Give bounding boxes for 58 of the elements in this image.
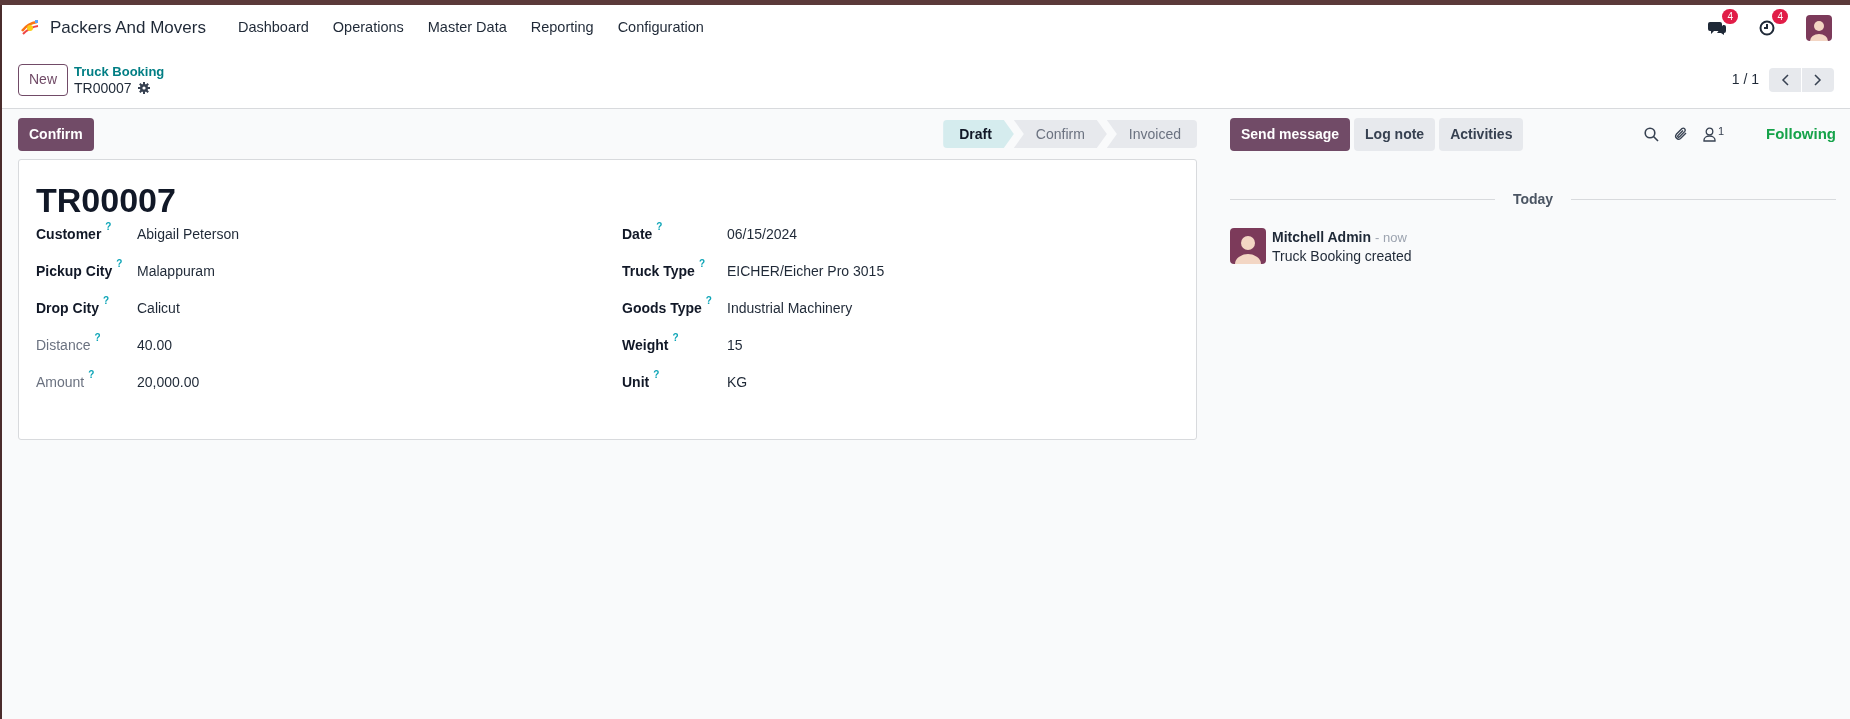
breadcrumb-link[interactable]: Truck Booking [74, 63, 165, 80]
field-label: Amount [36, 373, 85, 392]
chatter-tab[interactable]: Send message [1230, 117, 1351, 151]
field-label: Drop City [36, 299, 99, 318]
status-stage[interactable]: Invoiced [1106, 120, 1197, 148]
notification-badge: 4 [1722, 9, 1738, 24]
message-time: - now [1375, 229, 1407, 247]
field-label: Date [622, 225, 653, 244]
confirm-button[interactable]: Confirm [18, 117, 94, 151]
record-name: TR00007 [74, 79, 132, 96]
app-name[interactable]: Packers And Movers [50, 15, 206, 41]
field-label: Goods Type [622, 299, 702, 318]
user-avatar[interactable] [1806, 15, 1832, 41]
message-author[interactable]: Mitchell Admin [1272, 228, 1372, 247]
field-label: Distance [36, 336, 91, 355]
field-value[interactable]: 06/15/2024 [727, 224, 798, 245]
field-label: Truck Type [622, 262, 695, 281]
field-value[interactable]: KG [727, 372, 748, 393]
author-avatar[interactable] [1230, 228, 1266, 264]
menu-item[interactable]: Reporting [520, 17, 604, 39]
field-label: Weight [622, 336, 669, 355]
menu-item[interactable]: Master Data [417, 17, 517, 39]
field-label: Customer [36, 225, 102, 244]
field-value[interactable]: 15 [727, 335, 743, 356]
chevron-right-icon [1814, 73, 1822, 86]
menu-item[interactable]: Dashboard [227, 17, 319, 39]
date-separator: Today [1512, 190, 1554, 209]
field-value[interactable]: Abigail Peterson [137, 224, 239, 245]
field-label: Unit [622, 373, 650, 392]
settings-icon[interactable] [137, 81, 150, 94]
chatter-tab[interactable]: Log note [1354, 117, 1436, 151]
follower-icon[interactable] [1702, 126, 1716, 142]
status-stage[interactable]: Confirm [1013, 120, 1107, 148]
field-value[interactable]: Calicut [137, 298, 180, 319]
chevron-left-icon [1781, 73, 1789, 86]
chat-icon[interactable] [1708, 20, 1726, 36]
previous-button[interactable] [1769, 67, 1801, 92]
record-title: TR00007 [36, 180, 177, 220]
menu-item[interactable]: Operations [322, 17, 414, 39]
next-button[interactable] [1802, 67, 1834, 92]
follower-count: 1 [1717, 123, 1724, 139]
field-value[interactable]: Industrial Machinery [727, 298, 853, 319]
clock-icon[interactable] [1759, 20, 1775, 36]
field-label: Pickup City [36, 262, 113, 281]
new-button[interactable]: New [18, 63, 68, 96]
search-icon[interactable] [1643, 126, 1659, 142]
pager-value: 1 / 1 [1731, 70, 1759, 89]
message-body: Truck Booking created [1272, 247, 1412, 266]
paperclip-icon[interactable] [1672, 126, 1689, 142]
menu-item[interactable]: Configuration [607, 17, 714, 39]
field-value[interactable]: EICHER/Eicher Pro 3015 [727, 261, 885, 282]
notification-badge: 4 [1772, 9, 1788, 24]
chatter-tab[interactable]: Activities [1439, 117, 1524, 151]
field-value: 40.00 [137, 336, 173, 355]
field-value: 20,000.00 [137, 373, 200, 392]
app-logo-icon[interactable] [20, 19, 40, 37]
status-stage[interactable]: Draft [943, 120, 1014, 148]
field-value[interactable]: Malappuram [137, 261, 215, 282]
